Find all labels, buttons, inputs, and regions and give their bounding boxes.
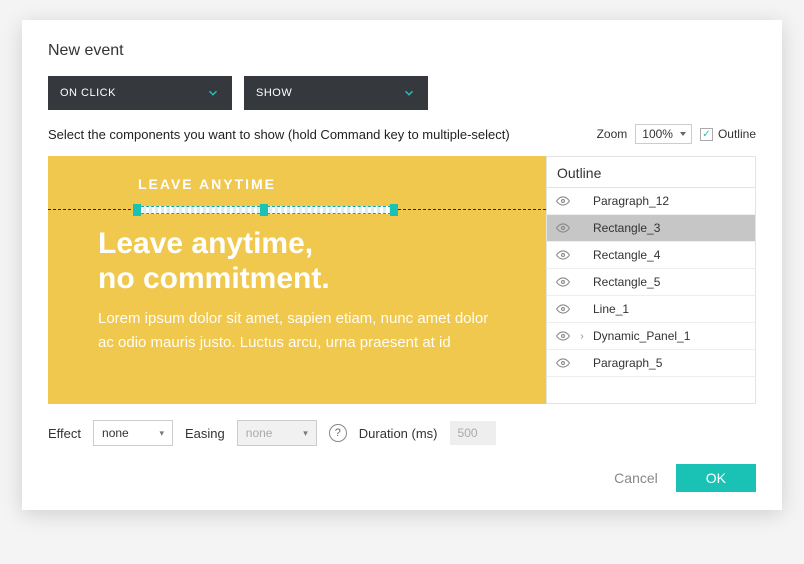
outline-list: Paragraph_12 Rectangle_3 Rectangle_4 Rectan… [547,188,755,377]
easing-value: none [246,426,273,440]
eye-icon[interactable] [555,194,571,208]
outline-item-label: Line_1 [593,302,629,316]
outline-item-label: Rectangle_4 [593,248,660,262]
resize-handle-left[interactable] [133,204,141,216]
zoom-value: 100% [642,127,673,141]
outline-item[interactable]: Rectangle_3 [547,215,755,242]
chevron-down-icon [206,86,220,100]
outline-item[interactable]: Rectangle_5 [547,269,755,296]
instruction-text: Select the components you want to show (… [48,127,510,142]
checkbox-icon: ✓ [700,128,713,141]
canvas-title-line1: Leave anytime, [98,227,313,260]
chevron-down-icon [402,86,416,100]
eye-icon[interactable] [555,356,571,370]
zoom-controls: Zoom 100% ✓ Outline [597,124,756,144]
outline-item[interactable]: Line_1 [547,296,755,323]
eye-icon[interactable] [555,221,571,235]
eye-icon[interactable] [555,275,571,289]
eye-icon[interactable] [555,302,571,316]
zoom-select[interactable]: 100% [635,124,692,144]
duration-label: Duration (ms) [359,426,438,441]
effect-value: none [102,426,129,440]
ok-button[interactable]: OK [676,464,756,492]
help-icon[interactable]: ? [329,424,347,442]
effect-select[interactable]: none ▾ [93,420,173,446]
resize-handle-right[interactable] [390,204,398,216]
chevron-down-icon: ▾ [303,428,308,439]
outline-item-label: Paragraph_12 [593,194,669,208]
trigger-select[interactable]: ON CLICK [48,76,232,110]
effect-label: Effect [48,426,81,441]
canvas-text-block: Leave anytime, no commitment. Lorem ipsu… [48,220,546,355]
chevron-down-icon: ▾ [159,428,164,439]
canvas-heading: LEAVE ANYTIME [48,156,546,204]
outline-item[interactable]: Rectangle_4 [547,242,755,269]
action-label: SHOW [256,87,292,99]
outline-item-label: Dynamic_Panel_1 [593,329,690,343]
outline-panel-title: Outline [547,157,755,188]
modal-title: New event [48,42,756,60]
outline-toggle[interactable]: ✓ Outline [700,127,756,141]
expand-icon[interactable]: › [577,331,587,342]
workspace: LEAVE ANYTIME Leave anytime, no commitme… [48,156,756,404]
instruction-row: Select the components you want to show (… [48,124,756,144]
canvas-body: Lorem ipsum dolor sit amet, sapien etiam… [98,307,506,355]
outline-item-label: Paragraph_5 [593,356,662,370]
effects-row: Effect none ▾ Easing none ▾ ? Duration (… [48,404,756,446]
outline-item-label: Rectangle_3 [593,221,660,235]
outline-item[interactable]: Paragraph_12 [547,188,755,215]
eye-icon[interactable] [555,329,571,343]
cancel-button[interactable]: Cancel [614,470,658,486]
outline-panel: Outline Paragraph_12 Rectangle_3 Rectangle… [546,156,756,404]
canvas-preview[interactable]: LEAVE ANYTIME Leave anytime, no commitme… [48,156,546,404]
easing-select[interactable]: none ▾ [237,420,317,446]
outline-item[interactable]: Paragraph_5 [547,350,755,377]
action-select[interactable]: SHOW [244,76,428,110]
selection-indicator[interactable] [48,204,546,216]
outline-item-label: Rectangle_5 [593,275,660,289]
canvas-title: Leave anytime, no commitment. [98,226,506,297]
canvas-title-line2: no commitment. [98,262,330,295]
outline-item[interactable]: › Dynamic_Panel_1 [547,323,755,350]
dialog-buttons: Cancel OK [48,446,756,492]
zoom-label: Zoom [597,127,628,141]
eye-icon[interactable] [555,248,571,262]
new-event-modal: New event ON CLICK SHOW Select the compo… [22,20,782,510]
trigger-row: ON CLICK SHOW [48,76,756,110]
easing-label: Easing [185,426,225,441]
trigger-label: ON CLICK [60,87,116,99]
duration-input[interactable]: 500 [450,421,496,445]
resize-handle-mid[interactable] [260,204,268,216]
outline-toggle-label: Outline [718,127,756,141]
